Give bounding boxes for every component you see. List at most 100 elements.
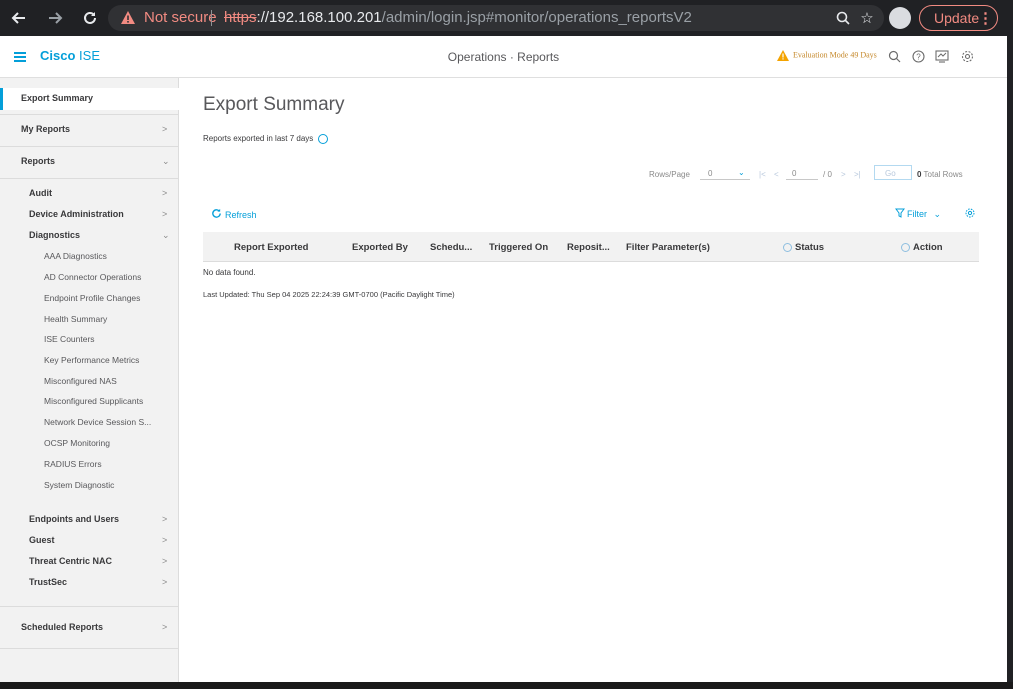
back-button[interactable] — [8, 7, 30, 29]
sidebar-item-reports[interactable]: Reports ⌄ — [0, 156, 179, 170]
chevron-right-icon: > — [162, 535, 168, 545]
sidebar-item-ise-counters[interactable]: ISE Counters — [44, 334, 95, 344]
sidebar-item-threat-centric-nac[interactable]: Threat Centric NAC > — [0, 556, 179, 570]
sidebar-item-my-reports[interactable]: My Reports > — [0, 124, 179, 138]
column-header-exported-by[interactable]: Exported By — [352, 242, 408, 253]
next-page-button[interactable]: > — [841, 170, 846, 179]
update-button[interactable]: Update ⋮ — [919, 5, 998, 31]
sidebar-item-radius-errors[interactable]: RADIUS Errors — [44, 459, 102, 469]
chevron-right-icon: > — [162, 622, 168, 632]
arrow-left-icon — [11, 12, 25, 24]
chevron-right-icon: > — [162, 514, 168, 524]
column-header-report-exported[interactable]: Report Exported — [234, 242, 308, 253]
sidebar-item-system-diagnostic[interactable]: System Diagnostic — [44, 480, 114, 490]
prev-page-button[interactable]: < — [774, 170, 779, 179]
svg-text:?: ? — [916, 52, 921, 61]
refresh-button[interactable]: Refresh — [211, 208, 257, 220]
sidebar-item-endpoints-and-users[interactable]: Endpoints and Users > — [0, 514, 179, 528]
reload-icon — [84, 11, 96, 24]
filter-button[interactable]: Filter ⌄ — [895, 208, 941, 220]
total-rows: 0 Total Rows — [917, 170, 963, 179]
total-rows-label: Total Rows — [923, 170, 963, 179]
gear-icon[interactable] — [959, 48, 975, 64]
sidebar-item-key-performance-metrics[interactable]: Key Performance Metrics — [44, 355, 139, 365]
warning-triangle-icon — [121, 11, 135, 24]
sidebar-item-aaa-diagnostics[interactable]: AAA Diagnostics — [44, 251, 107, 261]
chevron-right-icon: > — [162, 124, 168, 134]
address-bar[interactable]: Not secure https://192.168.100.201/admin… — [108, 5, 884, 31]
first-page-button[interactable]: |< — [759, 170, 766, 179]
page-number-value: 0 — [792, 169, 797, 178]
help-icon[interactable]: ? — [910, 48, 926, 64]
reload-button[interactable] — [79, 7, 101, 29]
total-rows-count: 0 — [917, 170, 922, 179]
sidebar-item-label: My Reports — [21, 124, 71, 134]
page-title: Export Summary — [203, 94, 345, 115]
sidebar-item-label: TrustSec — [29, 577, 68, 587]
table-header: Report Exported Exported By Schedu... Tr… — [203, 232, 979, 262]
sidebar-item-network-device-session[interactable]: Network Device Session S... — [44, 417, 151, 427]
search-icon[interactable] — [886, 48, 902, 64]
column-header-repository[interactable]: Reposit... — [567, 242, 610, 253]
refresh-label: Refresh — [225, 210, 257, 220]
profile-avatar[interactable] — [889, 7, 911, 29]
chevron-right-icon: > — [162, 209, 168, 219]
sidebar-item-device-administration[interactable]: Device Administration > — [0, 209, 179, 223]
main-content: Export Summary Reports exported in last … — [179, 78, 1007, 682]
kebab-menu-icon: ⋮ — [978, 10, 993, 27]
sidebar-item-label: Guest — [29, 535, 55, 545]
go-label: Go — [885, 169, 896, 178]
sidebar-item-trustsec[interactable]: TrustSec > — [0, 577, 179, 591]
evaluation-badge[interactable]: Evaluation Mode 49 Days — [777, 50, 877, 61]
sidebar-item-endpoint-profile-changes[interactable]: Endpoint Profile Changes — [44, 293, 140, 303]
last-page-button[interactable]: >| — [854, 170, 861, 179]
subtitle: Reports exported in last 7 days — [203, 134, 329, 144]
sidebar-item-guest[interactable]: Guest > — [0, 535, 179, 549]
browser-toolbar: Not secure https://192.168.100.201/admin… — [0, 0, 1013, 36]
sidebar-item-misconfigured-nas[interactable]: Misconfigured NAS — [44, 376, 117, 386]
chevron-right-icon: > — [162, 577, 168, 587]
taskbar-strip — [0, 682, 1013, 689]
divider — [0, 146, 179, 147]
evaluation-text: Evaluation Mode 49 Days — [793, 50, 877, 60]
sidebar-item-label: Endpoints and Users — [29, 514, 120, 524]
sidebar-item-scheduled-reports[interactable]: Scheduled Reports > — [0, 622, 179, 636]
chevron-right-icon: > — [162, 556, 168, 566]
divider — [0, 606, 179, 607]
zoom-icon[interactable] — [834, 9, 852, 27]
sidebar-item-label: Threat Centric NAC — [29, 556, 113, 566]
sidebar-item-misconfigured-supplicants[interactable]: Misconfigured Supplicants — [44, 396, 143, 406]
page-number-input[interactable]: 0 — [786, 166, 818, 180]
rows-per-page-label: Rows/Page — [649, 170, 690, 179]
sidebar-item-ad-connector-operations[interactable]: AD Connector Operations — [44, 272, 141, 282]
sidebar-item-export-summary[interactable]: Export Summary — [0, 88, 179, 110]
last-updated: Last Updated: Thu Sep 04 2025 22:24:39 G… — [203, 290, 455, 299]
rows-per-page-select[interactable]: 0 ⌄ — [700, 166, 750, 180]
app-header: Cisco ISE Operations · Reports Evaluatio… — [0, 36, 1007, 78]
url-scheme: https — [224, 9, 257, 26]
column-header-filter-parameters[interactable]: Filter Parameter(s) — [626, 242, 710, 253]
chevron-down-icon: ⌄ — [162, 230, 170, 240]
column-header-status[interactable]: Status — [783, 242, 824, 253]
filter-label: Filter — [907, 209, 927, 219]
table-settings-button[interactable] — [965, 208, 975, 220]
forward-button[interactable] — [44, 7, 66, 29]
notification-icon[interactable] — [934, 48, 950, 64]
chevron-down-icon: ⌄ — [933, 209, 942, 219]
divider — [0, 648, 179, 649]
sidebar-item-diagnostics[interactable]: Diagnostics ⌄ — [0, 230, 179, 244]
go-button[interactable]: Go — [874, 165, 912, 180]
sidebar-item-health-summary[interactable]: Health Summary — [44, 314, 107, 324]
column-header-action[interactable]: Action — [901, 242, 943, 253]
sidebar-item-label: Export Summary — [21, 93, 94, 103]
column-header-triggered-on[interactable]: Triggered On — [489, 242, 548, 253]
column-header-scheduled[interactable]: Schedu... — [430, 242, 472, 253]
sidebar-item-audit[interactable]: Audit > — [0, 188, 179, 202]
sidebar-item-ocsp-monitoring[interactable]: OCSP Monitoring — [44, 438, 110, 448]
star-icon[interactable]: ☆ — [858, 9, 876, 27]
info-icon[interactable] — [318, 134, 329, 144]
url-text[interactable]: https://192.168.100.201/admin/login.jsp#… — [224, 9, 692, 26]
sidebar-item-label: Device Administration — [29, 209, 124, 219]
chevron-down-icon: ⌄ — [738, 168, 745, 177]
subtitle-text: Reports exported in last 7 days — [203, 134, 314, 144]
